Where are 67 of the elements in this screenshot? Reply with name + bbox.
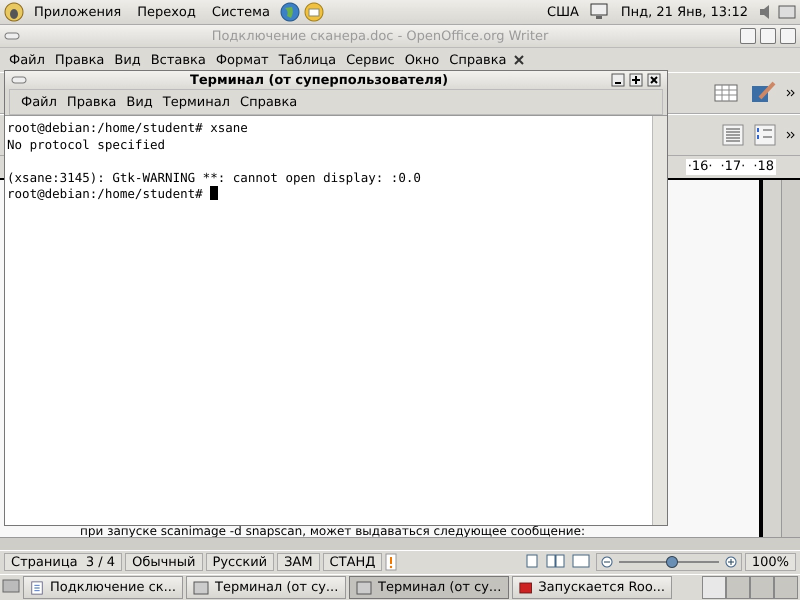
zoom-percentage: 100% — [744, 553, 796, 571]
vertical-scrollbar[interactable] — [652, 116, 667, 525]
desktop-icon[interactable] — [778, 4, 796, 20]
align-justify-icon[interactable] — [722, 124, 744, 146]
keyboard-layout[interactable]: США — [541, 4, 585, 20]
minimize-icon[interactable] — [611, 73, 625, 87]
close-icon[interactable] — [512, 53, 526, 67]
panel-menu[interactable]: Приложения — [28, 4, 128, 20]
zoom-out-icon[interactable] — [600, 556, 613, 568]
workspace[interactable] — [702, 576, 726, 599]
zoom-in-icon[interactable] — [724, 556, 737, 568]
selection-mode[interactable]: СТАНД — [322, 553, 382, 571]
window-menu-icon[interactable] — [4, 31, 20, 41]
menu-item[interactable]: Файл — [16, 94, 62, 110]
text-cursor — [210, 186, 218, 200]
clock[interactable]: Пнд, 21 Янв, 13:12 — [614, 4, 754, 20]
menu-item[interactable]: Правка — [62, 94, 122, 110]
numbered-list-icon[interactable] — [754, 124, 776, 146]
terminal-line: No protocol specified — [7, 136, 166, 152]
window-title: Терминал (от суперпользователя) — [188, 72, 450, 88]
taskbar-button[interactable]: Подключение ск... — [23, 576, 183, 599]
window-menu-icon[interactable] — [11, 75, 27, 85]
page-style: Обычный — [125, 553, 203, 571]
page-indicator: Страница 3 / 4 — [4, 553, 122, 571]
warning-icon — [385, 553, 398, 571]
insert-mode[interactable]: ЗАМ — [277, 553, 320, 571]
panel-menu[interactable]: Переход — [131, 4, 202, 20]
terminal-line: root@debian:/home/student# xsane — [7, 120, 248, 135]
menu-item[interactable]: Окно — [400, 52, 444, 68]
terminal-window-icon — [193, 580, 209, 596]
taskbar-button[interactable]: Терминал (от су... — [186, 576, 346, 599]
menu-item[interactable]: Таблица — [274, 52, 342, 68]
globe-icon[interactable] — [280, 2, 300, 22]
chevron-icon[interactable] — [786, 130, 796, 140]
horizontal-scrollbar[interactable] — [0, 537, 800, 550]
taskbar-button[interactable]: Запускается Roo... — [512, 576, 672, 599]
menu-item[interactable]: Формат — [210, 52, 274, 68]
menu-item[interactable]: Вид — [121, 94, 158, 110]
table-icon[interactable] — [714, 83, 740, 103]
menu-item[interactable]: Справка — [235, 94, 302, 110]
menu-item[interactable]: Вставка — [146, 52, 211, 68]
maximize-icon[interactable] — [629, 73, 643, 87]
menu-item[interactable]: Вид — [109, 52, 146, 68]
terminal-window-icon — [356, 580, 372, 596]
menu-item[interactable]: Терминал — [158, 94, 235, 110]
menu-item[interactable]: Справка — [444, 52, 512, 68]
close-icon[interactable] — [647, 73, 661, 87]
menu-item[interactable]: Сервис — [341, 52, 400, 68]
terminal-line: root@debian:/home/student# — [7, 186, 203, 202]
minimize-button[interactable] — [740, 28, 756, 44]
zoom-thumb[interactable] — [666, 556, 678, 568]
taskbar-button[interactable]: Терминал (от су... — [349, 576, 509, 599]
document-window-icon — [30, 580, 44, 596]
menu-item[interactable]: Правка — [50, 52, 110, 68]
vertical-scrollbar[interactable] — [781, 180, 800, 537]
chevron-icon[interactable] — [786, 88, 796, 98]
maximize-button[interactable] — [760, 28, 776, 44]
panel-menu[interactable]: Система — [206, 4, 276, 20]
app-window-icon — [519, 580, 532, 596]
language-indicator: Русский — [206, 553, 274, 571]
close-button[interactable] — [780, 28, 796, 44]
terminal-line: (xsane:3145): Gtk-WARNING **: cannot open display: :0.0 — [7, 170, 421, 185]
ruler: ·16· ·17· ·18 — [686, 159, 776, 175]
envelope-icon[interactable] — [304, 2, 324, 22]
menu-item[interactable]: Файл — [4, 52, 50, 68]
document-text: при запуске scanimage -d snapscan, может выдаваться следующее сообщение: — [80, 526, 586, 537]
window-title: Подключение сканера.doc - OpenOffice.org Writer — [210, 28, 550, 44]
